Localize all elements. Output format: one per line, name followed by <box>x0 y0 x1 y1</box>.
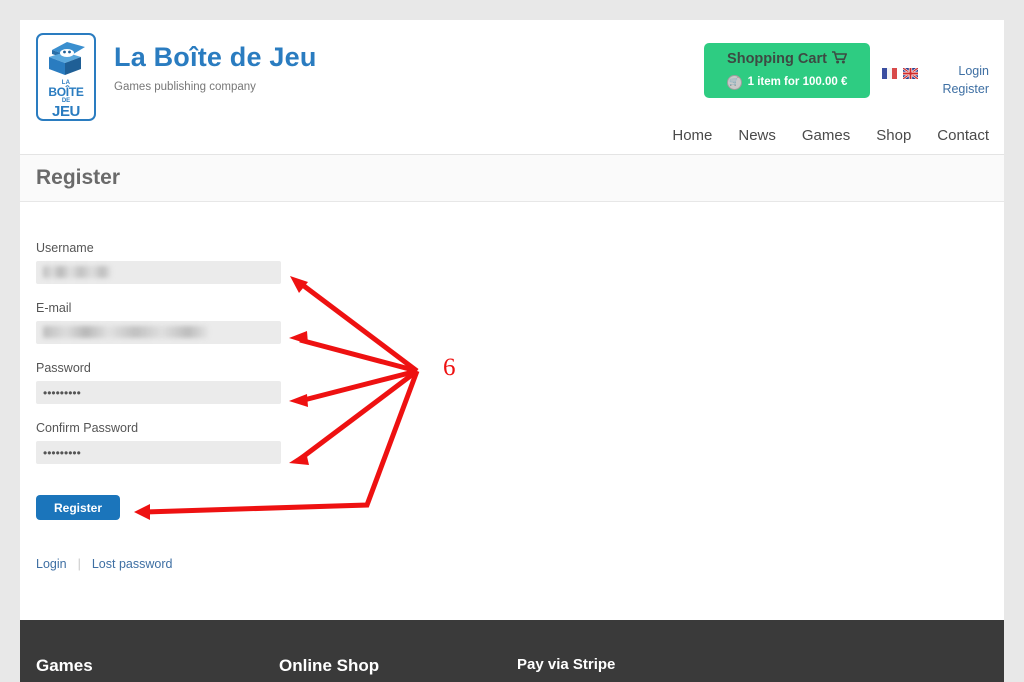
brand-tagline: Games publishing company <box>114 80 256 93</box>
field-group-confirm-password: Confirm Password <box>36 421 1004 464</box>
confirm-password-input[interactable] <box>36 441 281 464</box>
nav-item-contact[interactable]: Contact <box>937 127 989 144</box>
basket-icon: 🛒 <box>726 74 742 90</box>
password-label: Password <box>36 361 91 375</box>
footer-column-online-shop: Online Shop <box>279 656 380 675</box>
french-flag-icon[interactable] <box>882 68 897 79</box>
logo-line-4: JEU <box>52 103 80 120</box>
register-link[interactable]: Register <box>942 80 989 98</box>
site-footer: Games Online Shop Pay via Stripe <box>20 620 1004 682</box>
cart-title-label: Shopping Cart <box>727 51 827 68</box>
login-helper-link[interactable]: Login <box>36 557 67 571</box>
game-box-logo-icon[interactable]: LA BOÎTE DE JEU <box>36 33 96 121</box>
page-title: Register <box>36 166 121 189</box>
page-title-band: Register <box>20 155 1004 202</box>
language-switcher[interactable] <box>882 68 918 79</box>
link-separator: | <box>77 557 81 571</box>
lost-password-link[interactable]: Lost password <box>92 557 173 571</box>
field-group-username: Username <box>36 241 1004 284</box>
page-card: LA BOÎTE DE JEU La Boîte de Jeu Games pu… <box>20 20 1004 682</box>
brand-text: La Boîte de Jeu Games publishing company <box>114 33 317 93</box>
brand[interactable]: LA BOÎTE DE JEU La Boîte de Jeu Games pu… <box>36 33 317 121</box>
username-input[interactable] <box>36 261 281 284</box>
email-label: E-mail <box>36 301 72 315</box>
username-label: Username <box>36 241 94 255</box>
footer-column-games: Games <box>36 656 93 675</box>
cart-title: Shopping Cart <box>727 51 847 68</box>
footer-column-pay-stripe: Pay via Stripe <box>517 656 616 673</box>
cart-summary: 🛒 1 item for 100.00 € <box>726 74 848 90</box>
field-group-email: E-mail <box>36 301 1004 344</box>
cart-summary-label: 1 item for 100.00 € <box>747 75 848 88</box>
uk-flag-icon[interactable] <box>903 68 918 79</box>
helper-links: Login | Lost password <box>36 557 1004 571</box>
logo-line-2: BOÎTE <box>48 85 84 99</box>
register-form: Username E-mail Password Confirm Passwor… <box>20 202 1004 571</box>
main-navigation: Home News Games Shop Contact <box>672 127 989 144</box>
shopping-cart-button[interactable]: Shopping Cart 🛒 1 item for 100.00 € <box>704 43 870 98</box>
brand-title: La Boîte de Jeu <box>114 42 317 72</box>
username-field-wrap <box>36 261 281 284</box>
register-submit-button[interactable]: Register <box>36 495 120 520</box>
email-field-wrap <box>36 321 281 344</box>
auth-links: Login Register <box>942 62 989 98</box>
nav-item-games[interactable]: Games <box>802 127 850 144</box>
shopping-cart-icon <box>831 51 847 68</box>
nav-item-home[interactable]: Home <box>672 127 712 144</box>
login-link[interactable]: Login <box>942 62 989 80</box>
field-group-password: Password <box>36 361 1004 404</box>
confirm-password-label: Confirm Password <box>36 421 139 435</box>
email-input[interactable] <box>36 321 281 344</box>
nav-item-news[interactable]: News <box>738 127 776 144</box>
password-input[interactable] <box>36 381 281 404</box>
nav-item-shop[interactable]: Shop <box>876 127 911 144</box>
site-header: LA BOÎTE DE JEU La Boîte de Jeu Games pu… <box>20 20 1004 155</box>
